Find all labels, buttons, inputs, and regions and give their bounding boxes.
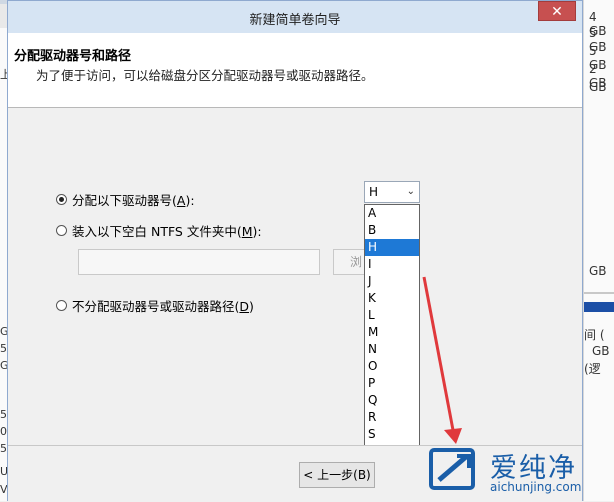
bg-char: 5 [0,408,7,421]
bg-char: 0 [0,425,7,438]
drive-letter-option[interactable]: H [365,239,419,256]
drive-letter-option[interactable]: B [365,222,419,239]
page-subtitle: 为了便于访问，可以给磁盘分区分配驱动器号或驱动器路径。 [36,68,374,83]
wizard-header: 分配驱动器号和路径 为了便于访问，可以给磁盘分区分配驱动器号或驱动器路径。 [8,33,582,108]
drive-letter-option[interactable]: S [365,426,419,443]
folder-path-input[interactable] [78,249,320,275]
back-button[interactable]: < 上一步(B) [299,462,375,488]
bg-line: 间 ( [584,328,605,342]
drive-letter-option[interactable]: O [365,358,419,375]
drive-letter-value: H [369,185,379,199]
drive-letter-option[interactable]: A [365,205,419,222]
drive-letter-option[interactable]: I [365,256,419,273]
no-drive-letter-option[interactable]: 不分配驱动器号或驱动器路径(D) [56,296,254,315]
aichunjing-logo-icon [429,448,475,490]
watermark-url: aichunjing.com [490,480,582,494]
chevron-down-icon: ⌄ [406,186,415,197]
new-simple-volume-wizard: 新建简单卷向导 ✕ 分配驱动器号和路径 为了便于访问，可以给磁盘分区分配驱动器号… [7,0,583,502]
bg-char: 5 [0,342,7,355]
bg-line: GB [592,344,610,358]
background-disk-bar [584,302,614,312]
close-button[interactable]: ✕ [538,1,576,21]
background-split [584,292,614,294]
drive-letter-option[interactable]: M [365,324,419,341]
mount-folder-label: 装入以下空白 NTFS 文件夹中(M): [72,224,262,239]
wizard-body [8,108,582,445]
window-title: 新建简单卷向导 [249,13,341,28]
no-drive-letter-label: 不分配驱动器号或驱动器路径(D) [72,299,254,314]
bg-line: GB [589,264,607,278]
assign-drive-letter-option[interactable]: 分配以下驱动器号(A): [56,190,195,209]
drive-letter-option[interactable]: J [365,273,419,290]
drive-letter-select[interactable]: H ⌄ [364,181,420,203]
drive-letter-option[interactable]: K [365,290,419,307]
drive-letter-option[interactable]: Q [365,392,419,409]
assign-drive-letter-label: 分配以下驱动器号(A): [72,193,195,208]
bg-line: (逻 [584,362,601,376]
title-bar[interactable]: 新建简单卷向导 ✕ [8,1,582,33]
assign-drive-letter-radio[interactable] [56,194,67,205]
bg-char: 5 [0,442,7,455]
page-title: 分配驱动器号和路径 [14,49,132,64]
drive-letter-option[interactable]: P [365,375,419,392]
drive-letter-option[interactable]: L [365,307,419,324]
background-volume-list: 4 GB 5 GB 5 GB 2 GB GB GB 间 ( GB (逻 [583,0,614,501]
mount-folder-radio[interactable] [56,225,67,236]
mount-folder-option[interactable]: 装入以下空白 NTFS 文件夹中(M): [56,221,262,240]
no-drive-letter-radio[interactable] [56,300,67,311]
bg-line: GB [589,80,607,94]
drive-letter-option[interactable]: R [365,409,419,426]
drive-letter-option[interactable]: N [365,341,419,358]
watermark: 爱纯净 aichunjing.com [423,440,614,501]
